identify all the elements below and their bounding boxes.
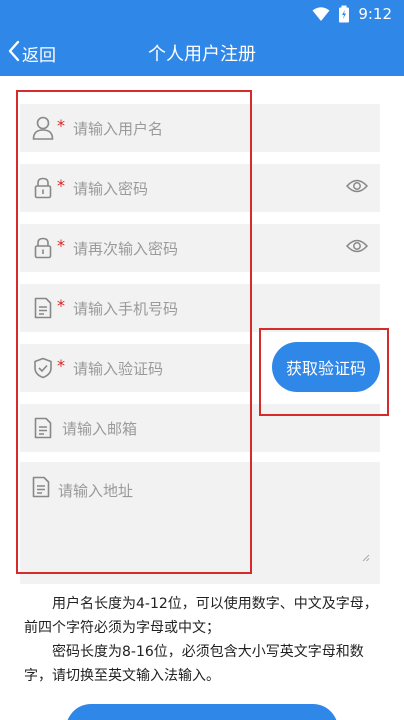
user-icon (30, 115, 56, 141)
username-field[interactable]: * 请输入用户名 (20, 104, 380, 152)
username-rule-text: 用户名长度为4-12位，可以使用数字、中文及字母，前四个字符必须为字母或中文； (24, 596, 378, 636)
document-icon (30, 295, 56, 321)
battery-icon (338, 5, 350, 23)
eye-icon[interactable] (345, 178, 369, 198)
required-marker: * (57, 236, 65, 255)
shield-check-icon (30, 355, 56, 381)
required-marker: * (57, 356, 65, 375)
address-textarea[interactable]: 请输入地址 (20, 462, 380, 584)
register-button[interactable] (66, 704, 338, 720)
wifi-icon (312, 6, 330, 22)
required-marker: * (57, 176, 65, 195)
document-icon (32, 476, 50, 502)
clock-time: 9:12 (358, 5, 392, 23)
rules-hint: 用户名长度为4-12位，可以使用数字、中文及字母，前四个字符必须为字母或中文； … (24, 592, 380, 688)
code-field[interactable]: * 请输入验证码 (20, 344, 250, 392)
get-code-button[interactable]: 获取验证码 (272, 342, 380, 392)
lock-icon (30, 235, 56, 261)
password-placeholder: 请输入密码 (73, 179, 149, 198)
phone-placeholder: 请输入手机号码 (73, 299, 179, 318)
password-confirm-field[interactable]: * 请再次输入密码 (20, 224, 380, 272)
email-placeholder: 请输入邮箱 (62, 419, 138, 438)
password-confirm-placeholder: 请再次输入密码 (73, 239, 179, 258)
password-rule-text: 密码长度为8-16位，必须包含大小写英文字母和数字，请切换至英文输入法输入。 (24, 644, 364, 684)
eye-icon[interactable] (345, 238, 369, 258)
phone-field[interactable]: * 请输入手机号码 (20, 284, 380, 332)
document-icon (30, 415, 56, 441)
page-title: 个人用户注册 (148, 44, 256, 65)
address-placeholder: 请输入地址 (58, 482, 134, 500)
status-bar: 9:12 (0, 0, 404, 28)
email-field[interactable]: 请输入邮箱 (20, 404, 380, 452)
resize-grip-icon[interactable] (362, 547, 370, 566)
code-placeholder: 请输入验证码 (73, 359, 164, 378)
username-placeholder: 请输入用户名 (73, 119, 164, 138)
required-marker: * (57, 116, 65, 135)
app-bar: 返回 个人用户注册 (0, 28, 404, 76)
required-marker: * (57, 296, 65, 315)
lock-icon (30, 175, 56, 201)
password-field[interactable]: * 请输入密码 (20, 164, 380, 212)
